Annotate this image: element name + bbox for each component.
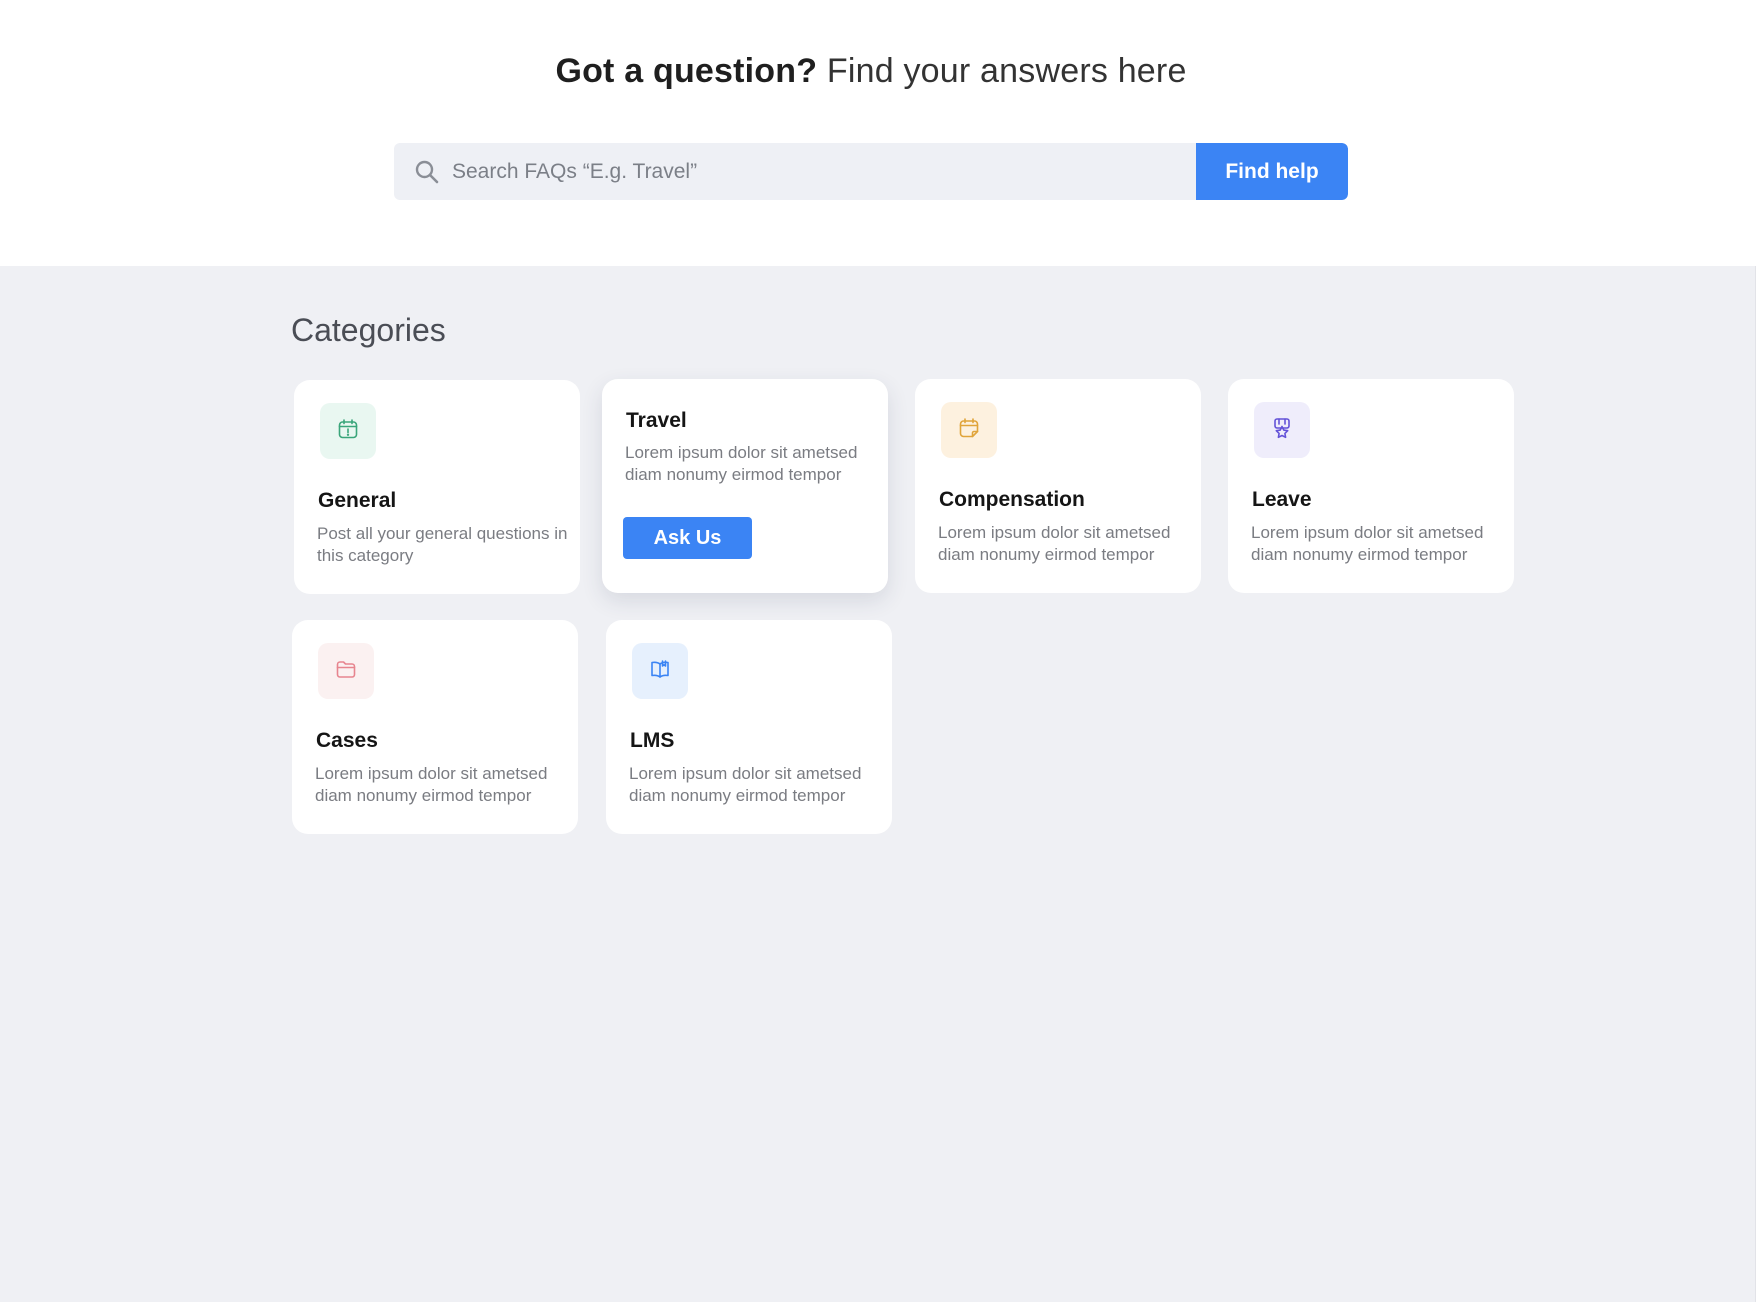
category-icon-tile xyxy=(941,402,997,458)
category-description: Post all your general questions in this … xyxy=(317,524,568,565)
hero-section: Got a question? Find your answers here F… xyxy=(0,0,1756,266)
folder-icon xyxy=(334,657,358,686)
category-card-cases[interactable]: Cases Lorem ipsum dolor sit ametsed diam… xyxy=(292,620,578,834)
page-title-strong: Got a question? xyxy=(555,52,818,90)
category-title: Cases xyxy=(316,729,378,752)
category-card-compensation[interactable]: Compensation Lorem ipsum dolor sit amets… xyxy=(915,379,1201,593)
calendar-note-icon xyxy=(957,416,981,445)
category-description: Lorem ipsum dolor sit ametsed diam nonum… xyxy=(1251,523,1484,564)
category-card-travel[interactable]: Travel Lorem ipsum dolor sit ametsed dia… xyxy=(602,379,888,593)
book-icon xyxy=(648,657,672,686)
categories-heading: Categories xyxy=(291,312,446,348)
page-title-light: Find your answers here xyxy=(826,52,1187,90)
category-title: LMS xyxy=(630,729,675,752)
category-description: Lorem ipsum dolor sit ametsed diam nonum… xyxy=(938,523,1171,564)
category-card-leave[interactable]: Leave Lorem ipsum dolor sit ametsed diam… xyxy=(1228,379,1514,593)
search-bar: Find help xyxy=(394,143,1348,200)
category-title: Compensation xyxy=(939,488,1085,511)
categories-section: Categories General Post all your general… xyxy=(0,266,1756,1302)
find-help-button[interactable]: Find help xyxy=(1196,143,1348,200)
ask-us-button[interactable]: Ask Us xyxy=(623,517,752,559)
calendar-alert-icon xyxy=(336,417,360,446)
category-title: General xyxy=(318,489,397,512)
search-input[interactable] xyxy=(452,143,1192,200)
category-icon-tile xyxy=(318,643,374,699)
badge-icon xyxy=(1270,416,1294,445)
page-title: Got a question? Find your answers here xyxy=(0,52,1742,91)
category-title: Leave xyxy=(1252,488,1312,511)
category-description: Lorem ipsum dolor sit ametsed diam nonum… xyxy=(625,443,858,484)
category-card-lms[interactable]: LMS Lorem ipsum dolor sit ametsed diam n… xyxy=(606,620,892,834)
category-title: Travel xyxy=(626,409,687,432)
category-icon-tile xyxy=(632,643,688,699)
category-description: Lorem ipsum dolor sit ametsed diam nonum… xyxy=(629,764,862,805)
category-card-general[interactable]: General Post all your general questions … xyxy=(294,380,580,594)
category-description: Lorem ipsum dolor sit ametsed diam nonum… xyxy=(315,764,548,805)
search-icon xyxy=(414,159,440,185)
category-icon-tile xyxy=(320,403,376,459)
category-icon-tile xyxy=(1254,402,1310,458)
